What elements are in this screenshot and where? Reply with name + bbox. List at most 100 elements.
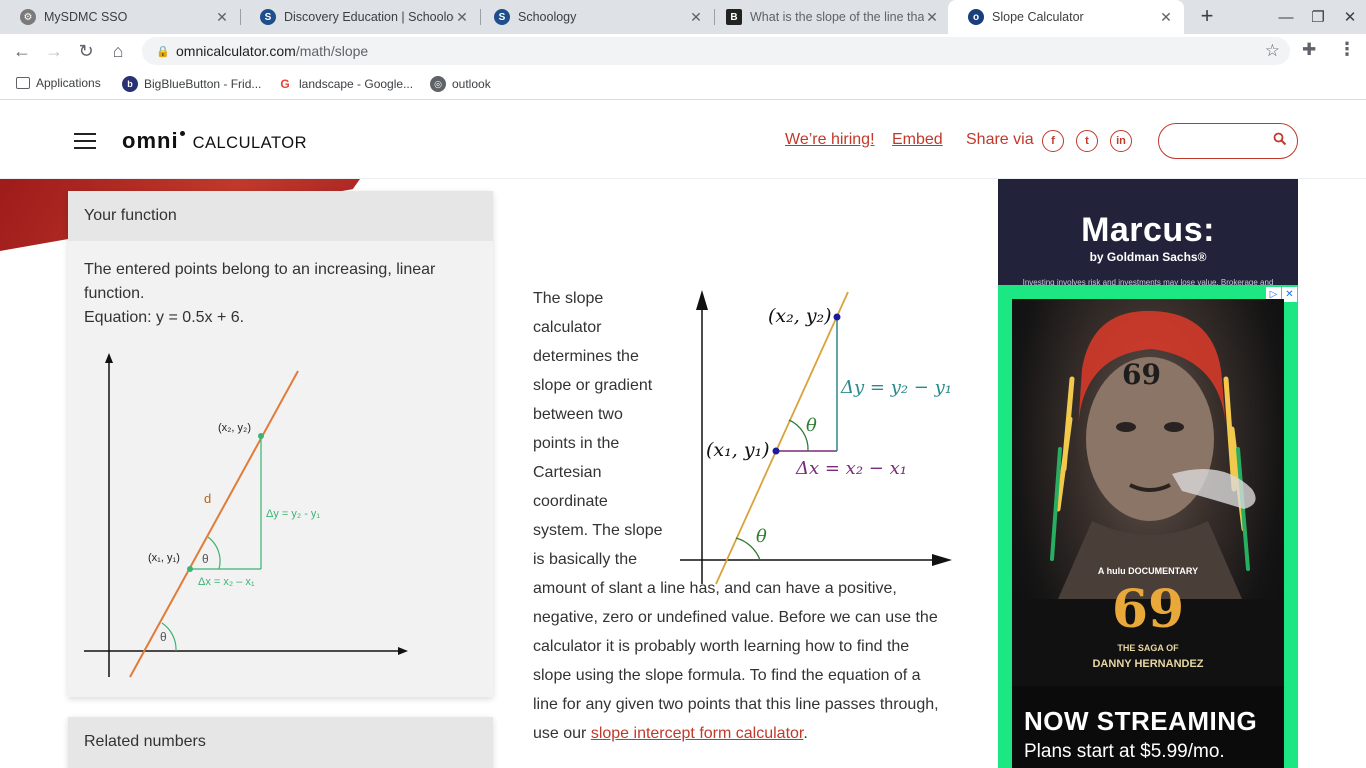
label-delta-x: Δx = x₂ – x₁ — [198, 576, 255, 588]
ad-brand-sub: by Goldman Sachs® — [1089, 250, 1207, 264]
browser-toolbar: ← → ↻ ⌂ 🔒 omnicalculator.com/math/slope … — [0, 34, 1366, 68]
function-line — [129, 370, 299, 678]
bookmark-bigbluebutton[interactable]: b BigBlueButton - Frid... — [122, 76, 261, 92]
angle-arc — [207, 536, 221, 570]
brainly-icon: B — [726, 9, 742, 25]
embed-link[interactable]: Embed — [892, 131, 943, 149]
omni-icon: o — [968, 9, 984, 25]
tab-title: Discovery Education | Schoology — [284, 10, 454, 24]
ad-cta: NOW STREAMING Plans start at $5.99/mo. — [1012, 686, 1284, 768]
label-theta: θ — [806, 415, 817, 436]
label-p1: (x₁, y₁) — [706, 439, 770, 461]
site-header: omni CALCULATOR We’re hiring! Embed Shar… — [0, 101, 1366, 179]
ad-price: Plans start at $5.99/mo. — [1024, 741, 1225, 762]
close-icon[interactable]: ✕ — [454, 9, 470, 26]
bigbluebutton-icon: b — [122, 76, 138, 92]
url-host: omnicalculator.com — [176, 43, 296, 59]
browser-tab-mysdmc[interactable]: ⚙ MySDMC SSO ✕ — [0, 0, 240, 34]
globe-icon: ◎ — [430, 76, 446, 92]
close-icon[interactable]: ✕ — [688, 9, 704, 26]
share-via-label: Share via — [966, 131, 1034, 148]
bookmark-label: outlook — [452, 77, 491, 91]
close-icon[interactable]: ✕ — [924, 9, 940, 26]
address-bar[interactable]: 🔒 omnicalculator.com/math/slope ☆ — [142, 37, 1290, 65]
extensions-puzzle-icon[interactable]: ✚ — [1302, 40, 1316, 60]
point-1 — [772, 447, 780, 455]
lock-icon: 🔒 — [156, 45, 170, 58]
google-icon: G — [280, 77, 290, 91]
logo-wordmark: omni — [122, 128, 179, 153]
schoology-icon: S — [260, 9, 276, 25]
bookmark-applications[interactable]: Applications — [16, 76, 101, 90]
browser-tab-discovery[interactable]: S Discovery Education | Schoology ✕ — [240, 0, 480, 34]
logo-dot — [179, 131, 185, 136]
close-ad-icon[interactable]: ✕ — [1282, 287, 1297, 302]
point-2 — [258, 433, 264, 439]
card-description: The entered points belong to an increasi… — [68, 241, 493, 330]
label-distance: d — [204, 491, 211, 506]
hiring-link[interactable]: We’re hiring! — [785, 131, 875, 149]
card-heading: Related numbers — [84, 733, 206, 750]
related-numbers-card[interactable]: Related numbers — [68, 717, 493, 768]
schoology-icon: S — [494, 9, 510, 25]
poster-tagline: A hulu DOCUMENTARY — [1098, 566, 1198, 576]
bookmarks-bar: Applications b BigBlueButton - Frid... G… — [0, 68, 1366, 100]
apps-grid-icon — [16, 77, 30, 89]
label-theta: θ — [160, 630, 167, 644]
label-p2: (x₂, y₂) — [768, 305, 832, 327]
search-icon[interactable] — [1273, 132, 1287, 146]
reload-icon[interactable]: ↻ — [74, 39, 98, 63]
poster-title: THE SAGA OF — [1117, 643, 1179, 653]
omni-logo[interactable]: omni CALCULATOR — [122, 128, 307, 154]
twitter-icon[interactable]: t — [1076, 130, 1098, 152]
restore-icon[interactable]: ❐ — [1302, 0, 1334, 34]
close-window-icon[interactable]: ✕ — [1334, 0, 1366, 34]
close-icon[interactable]: ✕ — [1158, 9, 1174, 26]
bookmark-label: Applications — [36, 76, 101, 90]
forward-arrow-icon[interactable]: → — [42, 39, 66, 63]
back-arrow-icon[interactable]: ← — [10, 39, 34, 63]
bookmark-label: landscape - Google... — [299, 77, 414, 91]
article-text-end: . — [803, 725, 808, 742]
slope-diagram: (x₂, y₂) (x₁, y₁) Δy = y₂ − y₁ Δx = x₂ −… — [680, 290, 952, 585]
gear-favicon-icon: ⚙ — [20, 9, 36, 25]
bookmark-outlook[interactable]: ◎ outlook — [430, 76, 491, 92]
function-result-card: Your function The entered points belong … — [68, 191, 493, 697]
tab-title: Slope Calculator — [992, 10, 1084, 24]
slope-intercept-link[interactable]: slope intercept form calculator — [591, 725, 804, 742]
x-axis-arrow — [932, 554, 952, 566]
facebook-icon[interactable]: f — [1042, 130, 1064, 152]
bookmark-star-icon[interactable]: ☆ — [1265, 41, 1280, 61]
slope-line — [715, 291, 849, 585]
new-tab-button[interactable]: + — [1194, 4, 1220, 30]
bookmark-landscape[interactable]: G landscape - Google... — [277, 76, 413, 92]
tab-title: What is the slope of the line tha — [750, 10, 924, 24]
url-path: /math/slope — [295, 43, 369, 59]
tab-title: Schoology — [518, 10, 577, 24]
ad-poster-image: 69 A hulu DOCUMENTARY 69 THE SAGA OF DAN… — [1012, 299, 1284, 700]
label-delta-x: Δx = x₂ − x₁ — [795, 458, 907, 479]
card-heading: Your function — [68, 191, 493, 241]
browser-menu-icon[interactable]: ⋮ — [1338, 39, 1356, 60]
search-input[interactable] — [1158, 123, 1298, 159]
browser-tab-slope-calculator[interactable]: o Slope Calculator ✕ — [948, 0, 1184, 34]
close-icon[interactable]: ✕ — [214, 9, 230, 26]
browser-tab-brainly[interactable]: B What is the slope of the line tha ✕ — [706, 0, 950, 34]
minimize-icon[interactable]: — — [1270, 0, 1302, 34]
marcus-ad[interactable]: Marcus: by Goldman Sachs® Investing invo… — [998, 179, 1298, 287]
home-icon[interactable]: ⌂ — [106, 39, 130, 63]
hamburger-menu-icon[interactable] — [74, 133, 96, 149]
logo-subtitle: CALCULATOR — [192, 134, 307, 152]
browser-tab-schoology[interactable]: S Schoology ✕ — [474, 0, 714, 34]
hulu-ad[interactable]: ▷ ✕ 69 A hulu DOCUMENTARY 69 THE SAGA OF… — [998, 285, 1298, 768]
point-1 — [187, 566, 193, 572]
equation-text: Equation: y = 0.5x + 6. — [84, 309, 245, 326]
label-delta-y: Δy = y₂ - y₁ — [266, 508, 320, 520]
poster-portrait: 69 A hulu DOCUMENTARY 69 THE SAGA OF DAN… — [1012, 310, 1284, 700]
svg-text:69: 69 — [1122, 358, 1161, 391]
linkedin-icon[interactable]: in — [1110, 130, 1132, 152]
x-axis-arrow — [398, 647, 408, 655]
label-theta: θ — [202, 552, 209, 566]
y-axis-arrow — [105, 353, 113, 363]
function-type-text: The entered points belong to an increasi… — [84, 261, 436, 302]
